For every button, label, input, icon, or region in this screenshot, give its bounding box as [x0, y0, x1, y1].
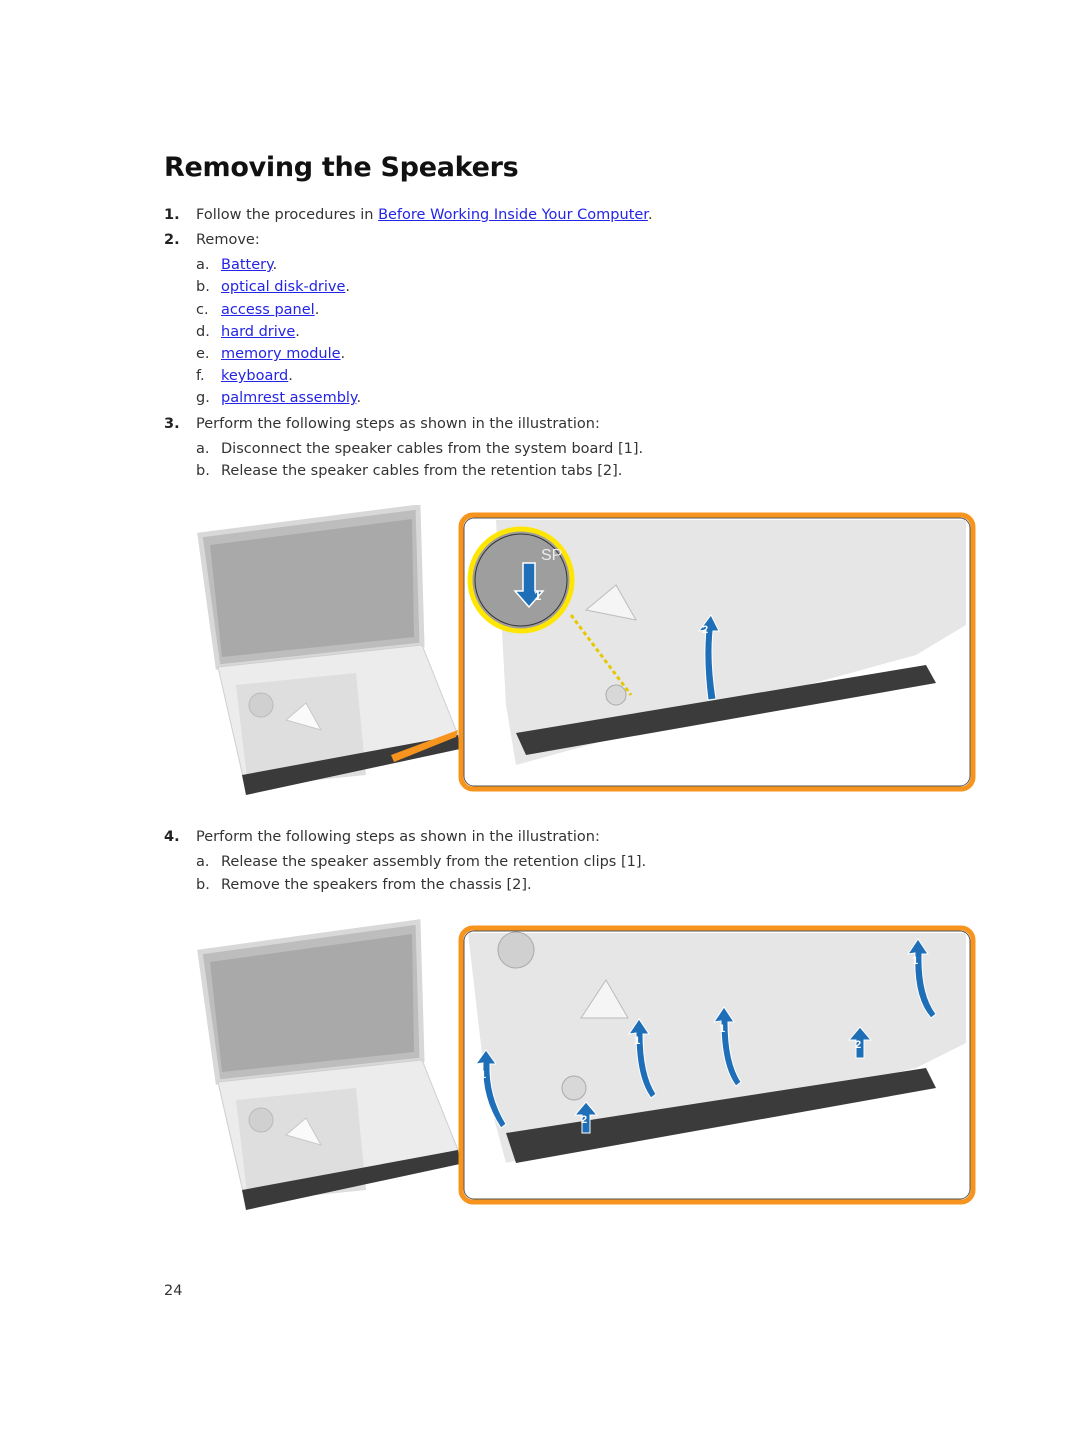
item-letter: a.: [196, 441, 210, 457]
battery-link[interactable]: Battery: [221, 257, 273, 273]
callout-1: 1: [912, 955, 918, 967]
item-letter: d.: [196, 324, 210, 340]
item-letter: a.: [196, 854, 210, 870]
inset-label: SP: [541, 547, 562, 564]
item-letter: b.: [196, 279, 210, 295]
step-number: 3.: [164, 416, 180, 432]
punctuation: .: [340, 346, 346, 362]
callout-2: 2: [855, 1039, 861, 1051]
item-letter: b.: [196, 877, 210, 893]
callout-1: 1: [534, 588, 541, 603]
keyboard-link[interactable]: keyboard: [221, 368, 288, 384]
step-text: Remove:: [196, 232, 260, 248]
remove-item-hard-drive: d. hard drive.: [196, 322, 300, 342]
step-2: 2. Remove:: [164, 230, 260, 250]
step-number: 2.: [164, 232, 180, 248]
item-letter: c.: [196, 302, 209, 318]
step-4: 4. Perform the following steps as shown i…: [164, 827, 600, 847]
callout-1: 1: [480, 1069, 486, 1081]
laptop-overview-image: [197, 505, 460, 795]
remove-item-battery: a. Battery.: [196, 255, 277, 275]
detail-frame: 1 SP 2: [458, 512, 976, 792]
palmrest-assembly-link[interactable]: palmrest assembly: [221, 390, 356, 406]
step-3: 3. Perform the following steps as shown i…: [164, 414, 600, 434]
optical-disk-drive-link[interactable]: optical disk-drive: [221, 279, 345, 295]
laptop-overview-image: [197, 919, 460, 1210]
memory-module-link[interactable]: memory module: [221, 346, 341, 362]
callout-2: 2: [581, 1114, 587, 1126]
item-letter: e.: [196, 346, 210, 362]
step-3-substep-b: b. Release the speaker cables from the re…: [196, 461, 622, 481]
step-3-substep-a: a. Disconnect the speaker cables from the…: [196, 439, 643, 459]
callout-1: 1: [719, 1023, 725, 1035]
before-working-link[interactable]: Before Working Inside Your Computer: [378, 207, 648, 223]
item-letter: a.: [196, 257, 210, 273]
remove-item-keyboard: f. keyboard.: [196, 366, 293, 386]
remove-item-optical-drive: b. optical disk-drive.: [196, 277, 350, 297]
punctuation: .: [647, 207, 653, 223]
punctuation: .: [272, 257, 278, 273]
page-number: 24: [164, 1283, 183, 1299]
page-title: Removing the Speakers: [164, 152, 519, 183]
step-number: 4.: [164, 829, 180, 845]
callout-1: 1: [634, 1035, 640, 1047]
punctuation: .: [356, 390, 362, 406]
item-letter: b.: [196, 463, 210, 479]
figure-remove-speakers: 1 1 1 1 2 2: [196, 918, 976, 1210]
callout-2: 2: [702, 624, 708, 636]
step-text: Follow the procedures in: [196, 207, 379, 223]
punctuation: .: [345, 279, 351, 295]
remove-item-palmrest: g. palmrest assembly.: [196, 388, 361, 408]
substep-text: Release the speaker assembly from the re…: [221, 854, 647, 870]
step-number: 1.: [164, 207, 180, 223]
step-text: Perform the following steps as shown in …: [196, 416, 600, 432]
item-letter: f.: [196, 368, 205, 384]
figure-disconnect-cables: 1 SP 2: [196, 505, 976, 797]
substep-text: Remove the speakers from the chassis [2]…: [221, 877, 532, 893]
remove-item-access-panel: c. access panel.: [196, 300, 319, 320]
step-text: Perform the following steps as shown in …: [196, 829, 600, 845]
hard-drive-link[interactable]: hard drive: [221, 324, 295, 340]
item-letter: g.: [196, 390, 210, 406]
substep-text: Disconnect the speaker cables from the s…: [221, 441, 644, 457]
access-panel-link[interactable]: access panel: [221, 302, 315, 318]
punctuation: .: [295, 324, 300, 340]
illustration: 1 1 1 1 2 2: [197, 919, 976, 1210]
punctuation: .: [314, 302, 320, 318]
step-4-substep-b: b. Remove the speakers from the chassis […: [196, 875, 532, 895]
step-4-substep-a: a. Release the speaker assembly from the …: [196, 852, 646, 872]
remove-item-memory-module: e. memory module.: [196, 344, 345, 364]
illustration: 1 SP 2: [197, 505, 976, 795]
step-1: 1. Follow the procedures in Before Workin…: [164, 205, 653, 225]
substep-text: Release the speaker cables from the rete…: [221, 463, 623, 479]
detail-frame: 1 1 1 1 2 2: [458, 925, 976, 1205]
punctuation: .: [288, 368, 293, 384]
